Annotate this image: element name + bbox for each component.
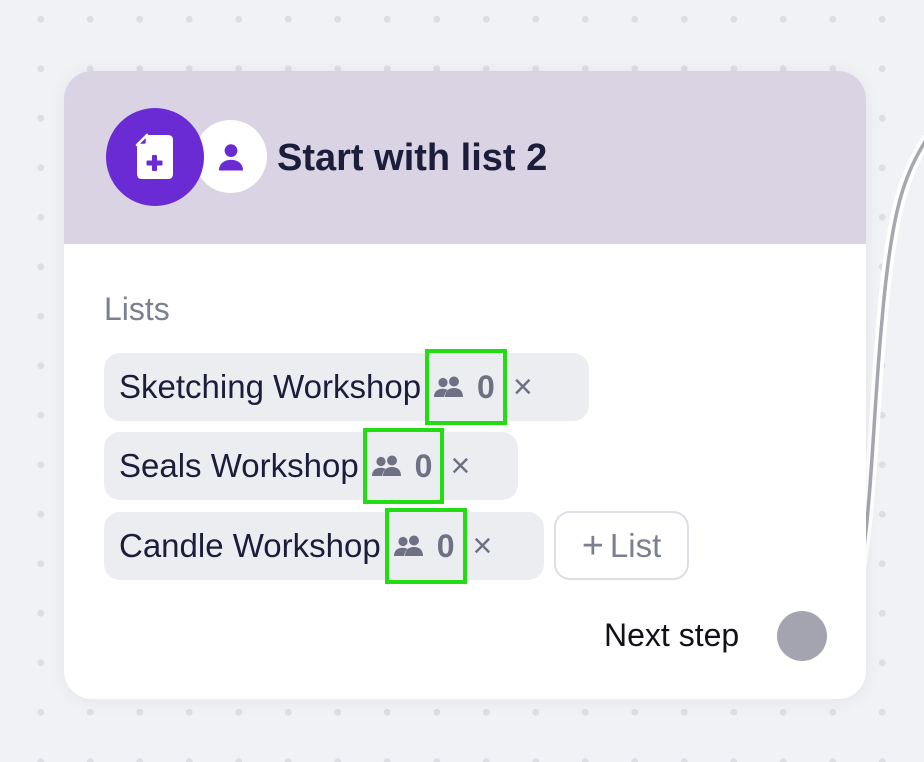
list-chip-name: Candle Workshop [119, 527, 381, 564]
people-icon [393, 535, 423, 556]
list-chip-name: Seals Workshop [119, 447, 359, 484]
list-chip-name: Sketching Workshop [119, 368, 422, 405]
count-value: 0 [436, 528, 455, 564]
remove-list-button[interactable]: × [450, 446, 470, 486]
node-header: Start with list 2 [64, 71, 866, 244]
document-add-icon [106, 108, 204, 206]
list-chip[interactable]: Sketching Workshop 0 × [104, 349, 589, 425]
list-member-count: 0 [425, 349, 507, 425]
people-icon [434, 376, 464, 397]
node-title: Start with list 2 [277, 137, 548, 179]
list-chip[interactable]: Candle Workshop 0 × [104, 508, 544, 584]
count-value: 0 [414, 448, 433, 484]
next-step-handle[interactable] [777, 611, 827, 661]
people-icon [371, 455, 401, 476]
user-icon [194, 120, 267, 193]
workflow-node-card[interactable]: Start with list 2 Lists Sketching Worksh… [64, 71, 866, 699]
list-chip[interactable]: Seals Workshop 0 × [104, 428, 518, 504]
next-step-label: Next step [604, 617, 740, 653]
remove-list-button[interactable]: × [473, 526, 493, 566]
add-list-button[interactable]: + List [554, 511, 689, 580]
list-member-count: 0 [384, 508, 467, 584]
count-value: 0 [477, 369, 495, 405]
add-list-label: List [609, 526, 662, 564]
plus-icon: + [581, 524, 604, 567]
list-member-count: 0 [362, 428, 445, 504]
remove-list-button[interactable]: × [513, 367, 533, 407]
lists-label: Lists [104, 291, 170, 327]
